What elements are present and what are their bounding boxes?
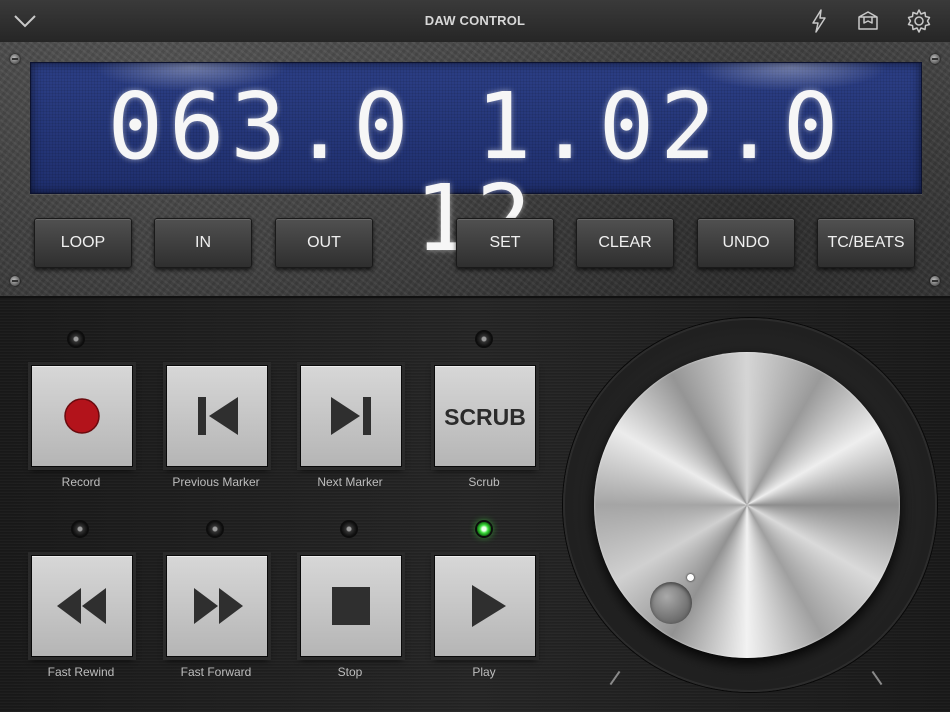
record-button[interactable] xyxy=(31,365,133,467)
display-panel: 063.0 1.02.0 12 LOOP IN OUT SET CLEAR UN… xyxy=(0,42,950,298)
screw xyxy=(930,54,940,64)
top-bar: DAW CONTROL xyxy=(0,0,950,43)
clear-button[interactable]: CLEAR xyxy=(576,218,674,268)
next-marker-button[interactable] xyxy=(300,365,402,467)
screw xyxy=(930,276,940,286)
jog-wheel-finger-dimple[interactable] xyxy=(650,582,692,624)
next-marker-icon xyxy=(331,397,371,435)
fast-forward-button[interactable] xyxy=(166,555,268,657)
fast-rewind-button[interactable] xyxy=(31,555,133,657)
out-button[interactable]: OUT xyxy=(275,218,373,268)
stop-led xyxy=(342,522,356,536)
record-led xyxy=(69,332,83,346)
tc-beats-button[interactable]: TC/BEATS xyxy=(817,218,915,268)
fast-forward-label: Fast Forward xyxy=(180,665,252,679)
stop-button[interactable] xyxy=(300,555,402,657)
screw xyxy=(10,276,20,286)
undo-button[interactable]: UNDO xyxy=(697,218,795,268)
previous-marker-button[interactable] xyxy=(166,365,268,467)
fast-forward-led xyxy=(208,522,222,536)
stop-label: Stop xyxy=(337,665,363,679)
previous-marker-label: Previous Marker xyxy=(172,475,260,489)
jog-wheel-indicator-dot xyxy=(687,574,694,581)
screw xyxy=(10,54,20,64)
scrub-button-text: SCRUB xyxy=(444,404,526,430)
next-marker-label: Next Marker xyxy=(317,475,383,489)
scrub-label: Scrub xyxy=(468,475,500,489)
timecode-display: 063.0 1.02.0 12 xyxy=(30,62,922,265)
play-button[interactable] xyxy=(434,555,536,657)
scrub-button[interactable]: SCRUB xyxy=(434,365,536,467)
play-led xyxy=(477,522,491,536)
fast-rewind-icon xyxy=(57,588,106,624)
scrub-led xyxy=(477,332,491,346)
record-icon xyxy=(64,398,100,434)
fast-rewind-led xyxy=(73,522,87,536)
fast-rewind-label: Fast Rewind xyxy=(47,665,115,679)
play-label: Play xyxy=(472,665,496,679)
jog-wheel[interactable] xyxy=(594,352,900,658)
play-icon xyxy=(472,585,506,627)
stop-icon xyxy=(332,587,370,625)
box-icon[interactable] xyxy=(855,8,881,34)
set-button[interactable]: SET xyxy=(456,218,554,268)
fast-forward-icon xyxy=(194,588,243,624)
lightning-icon[interactable] xyxy=(806,8,832,34)
gear-icon[interactable] xyxy=(906,8,932,34)
in-button[interactable]: IN xyxy=(154,218,252,268)
record-label: Record xyxy=(61,475,101,489)
loop-button[interactable]: LOOP xyxy=(34,218,132,268)
previous-marker-icon xyxy=(198,397,238,435)
